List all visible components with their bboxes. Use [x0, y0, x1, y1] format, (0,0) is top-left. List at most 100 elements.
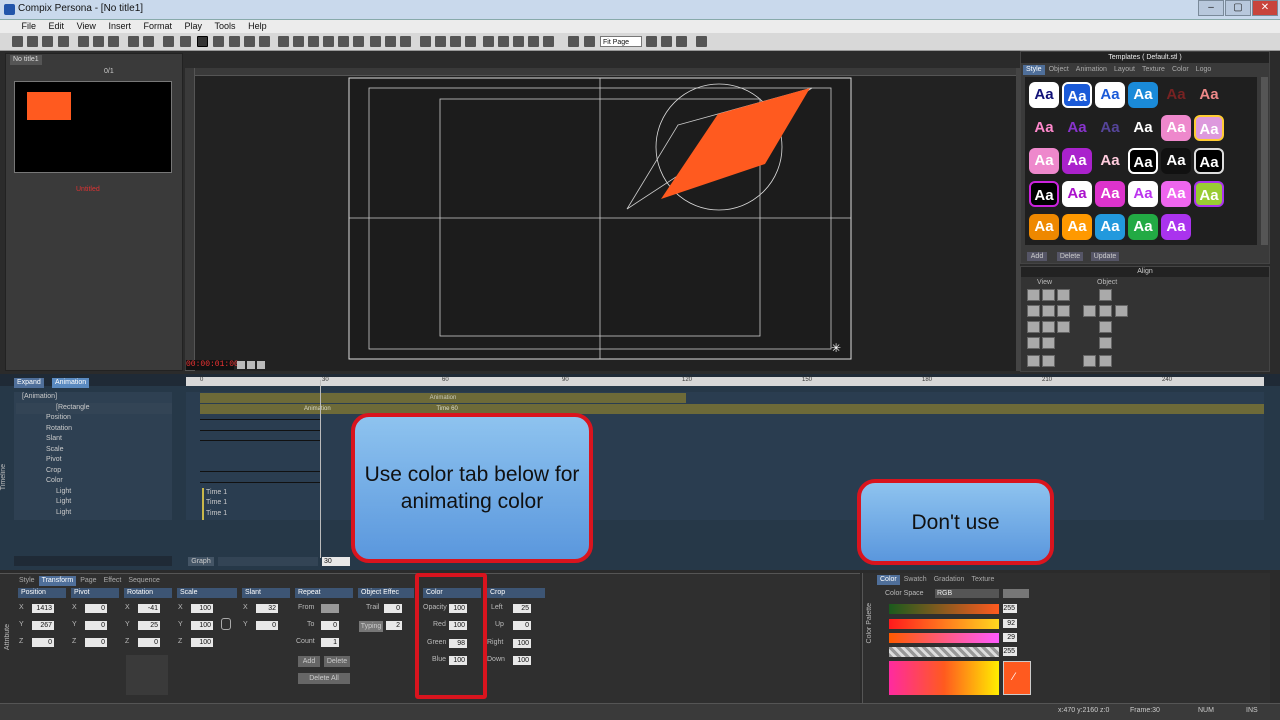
template-item[interactable]: Aa — [1194, 148, 1224, 174]
align-left-icon[interactable] — [513, 36, 524, 47]
blue-value[interactable]: 29 — [1003, 633, 1017, 642]
keyframe-crop[interactable] — [200, 469, 320, 472]
template-item[interactable]: Aa — [1095, 181, 1125, 207]
tab-template-layout[interactable]: Layout — [1111, 65, 1138, 75]
graph-button[interactable]: Graph — [188, 557, 214, 566]
template-item[interactable]: Aa — [1128, 214, 1158, 240]
vertical-text-icon[interactable] — [293, 36, 304, 47]
close-button[interactable]: ✕ — [1252, 0, 1278, 16]
track-light-1-time[interactable]: Time 1 — [202, 488, 227, 499]
template-item[interactable]: Aa — [1128, 181, 1158, 207]
template-item[interactable]: Aa — [1194, 181, 1224, 207]
align-bottom-icon[interactable] — [1042, 321, 1055, 333]
tab-color[interactable]: Color — [877, 575, 900, 585]
tab-template-style[interactable]: Style — [1023, 65, 1045, 75]
maximize-button[interactable]: ▢ — [1225, 0, 1251, 16]
tab-transform[interactable]: Transform — [38, 576, 77, 586]
track-rectangle-bar[interactable]: Animation Time 60 — [200, 404, 1264, 414]
distribute-v-icon[interactable] — [1042, 337, 1055, 349]
menu-insert[interactable]: Insert — [103, 20, 136, 33]
menu-help[interactable]: Help — [243, 20, 272, 33]
tab-template-animation[interactable]: Animation — [1073, 65, 1110, 75]
template-item[interactable]: Aa — [1062, 82, 1092, 108]
template-item[interactable]: Aa — [1029, 148, 1059, 174]
slant-x-field[interactable]: 32 — [256, 604, 278, 613]
tree-scale[interactable]: Scale — [46, 445, 64, 456]
pointer-icon[interactable] — [180, 36, 191, 47]
save-icon[interactable] — [42, 36, 53, 47]
object-stack-icon[interactable] — [1099, 337, 1112, 349]
tree-rectangle[interactable]: [Rectangle — [16, 403, 172, 414]
template-item[interactable]: Aa — [1029, 82, 1059, 108]
object-dist-v-icon[interactable] — [1099, 355, 1112, 367]
crop-left-field[interactable]: 25 — [513, 604, 531, 613]
color-space-select[interactable]: RGB — [935, 589, 999, 598]
track-animation-bar[interactable]: Animation — [200, 393, 686, 403]
object-center-icon[interactable] — [1099, 305, 1112, 317]
template-item[interactable]: Aa — [1128, 82, 1158, 108]
save-as-icon[interactable] — [58, 36, 69, 47]
tree-light-1[interactable]: Light — [56, 487, 71, 498]
menu-edit[interactable]: Edit — [44, 20, 70, 33]
tab-template-object[interactable]: Object — [1046, 65, 1072, 75]
distribute-h-icon[interactable] — [1027, 337, 1040, 349]
tree-slant[interactable]: Slant — [46, 434, 62, 445]
track-light-3-time[interactable]: Time 1 — [202, 509, 227, 520]
brush-icon[interactable] — [244, 36, 255, 47]
align-bottom-right-icon[interactable] — [1057, 321, 1070, 333]
tab-template-logo[interactable]: Logo — [1193, 65, 1215, 75]
rectangle-tool-icon[interactable] — [308, 36, 319, 47]
send-back-icon[interactable] — [465, 36, 476, 47]
template-item[interactable]: Aa — [1029, 214, 1059, 240]
eraser-icon[interactable] — [259, 36, 270, 47]
object-right-icon[interactable] — [1115, 305, 1128, 317]
object-left-icon[interactable] — [1083, 305, 1096, 317]
zoom-select[interactable]: Fit Page — [600, 36, 642, 47]
position-x-field[interactable]: 1413 — [32, 604, 54, 613]
position-z-field[interactable]: 0 — [32, 638, 54, 647]
grid-icon[interactable] — [696, 36, 707, 47]
green-value[interactable]: 92 — [1003, 619, 1017, 628]
keyframe-position[interactable] — [200, 417, 320, 420]
eyedropper-icon[interactable]: ⁄ — [1013, 671, 1015, 683]
template-item[interactable]: Aa — [1128, 148, 1158, 174]
zoom-in-icon[interactable] — [646, 36, 657, 47]
tree-light-3[interactable]: Light — [56, 508, 71, 519]
tab-style[interactable]: Style — [16, 576, 38, 586]
templates-scrollbar[interactable] — [1261, 77, 1268, 245]
template-item[interactable]: Aa — [1161, 148, 1191, 174]
color-pick-button[interactable] — [1003, 589, 1029, 598]
menu-play[interactable]: Play — [180, 20, 208, 33]
template-item[interactable]: Aa — [1161, 115, 1191, 141]
align-center-icon[interactable] — [1042, 305, 1055, 317]
space-v-icon[interactable] — [1042, 355, 1055, 367]
tab-sequence[interactable]: Sequence — [125, 576, 163, 586]
typing-button[interactable]: Typing — [359, 621, 383, 632]
keyframe-rotation[interactable] — [200, 428, 320, 431]
template-item[interactable]: Aa — [1029, 115, 1059, 141]
align-right-icon[interactable] — [543, 36, 554, 47]
tab-page-doc[interactable]: No title1 — [10, 55, 42, 65]
select-icon[interactable] — [163, 36, 174, 47]
template-delete-button[interactable]: Delete — [1057, 252, 1083, 261]
scale-x-field[interactable]: 100 — [191, 604, 213, 613]
repeat-from-field[interactable] — [321, 604, 339, 613]
pen-icon[interactable] — [229, 36, 240, 47]
object-up-icon[interactable] — [1099, 289, 1112, 301]
clock-tool-icon[interactable] — [400, 36, 411, 47]
tab-texture[interactable]: Texture — [968, 575, 997, 585]
distribute-icon[interactable] — [568, 36, 579, 47]
stop-icon[interactable] — [247, 361, 255, 369]
play-icon[interactable] — [237, 361, 245, 369]
tree-color[interactable]: Color — [46, 476, 63, 487]
template-item[interactable]: Aa — [1161, 214, 1191, 240]
red-slider[interactable] — [889, 604, 999, 614]
open-file-icon[interactable] — [27, 36, 38, 47]
red-value[interactable]: 255 — [1003, 604, 1017, 613]
position-y-field[interactable]: 267 — [32, 621, 54, 630]
align-center-icon[interactable] — [528, 36, 539, 47]
keyframe-color[interactable] — [200, 480, 320, 483]
align-top-right-icon[interactable] — [1057, 289, 1070, 301]
scale-link-icon[interactable] — [221, 618, 231, 630]
color-spectrum[interactable] — [889, 661, 999, 695]
